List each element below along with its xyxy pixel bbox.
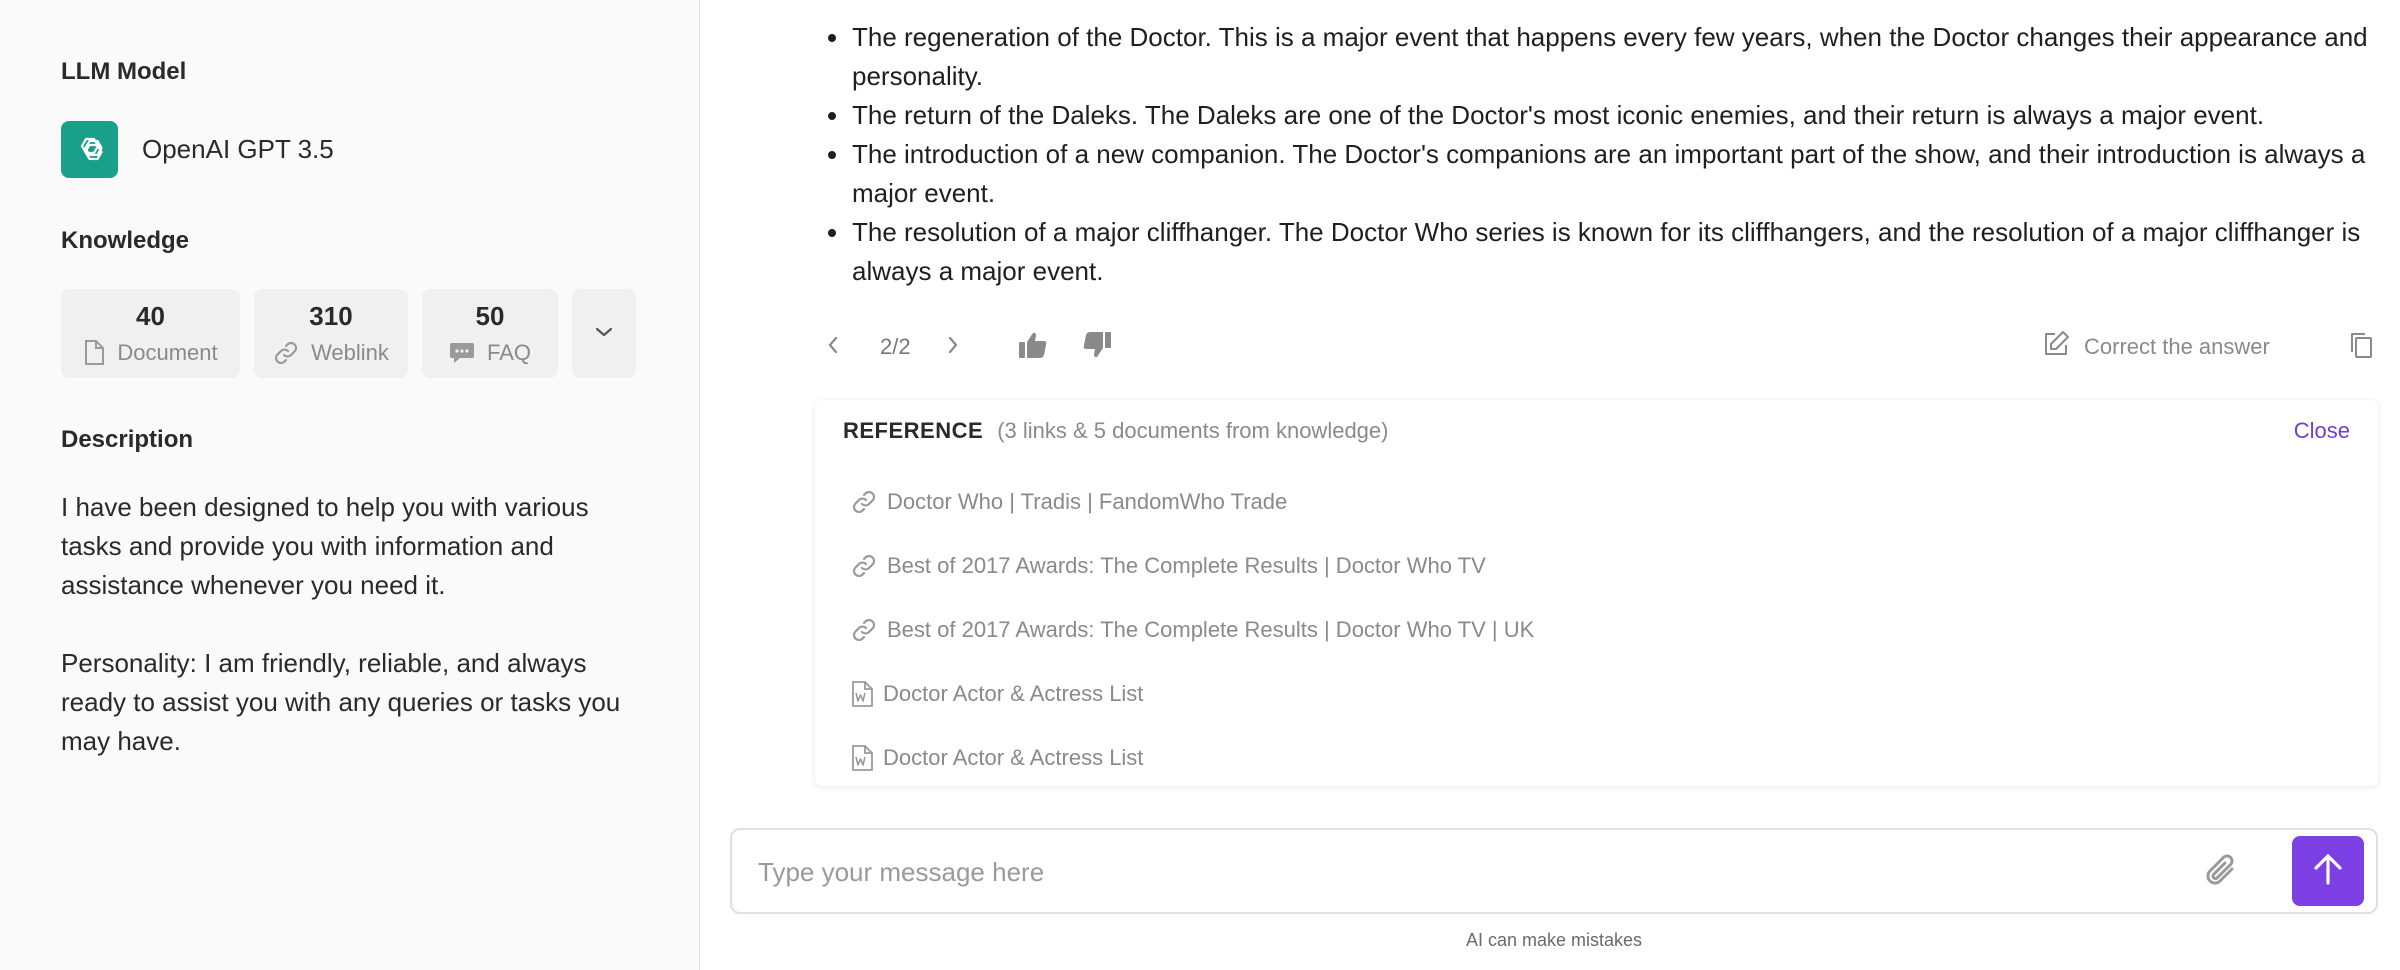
knowledge-card-document[interactable]: 40 Document <box>61 289 240 378</box>
document-label: Document <box>117 340 218 365</box>
link-icon <box>851 617 877 643</box>
reference-link-item[interactable]: Best of 2017 Awards: The Complete Result… <box>851 598 1534 662</box>
thumbs-down-icon <box>1082 331 1112 364</box>
reference-document-item[interactable]: Doctor Actor & Actress List <box>851 726 1534 790</box>
reference-label: Doctor Actor & Actress List <box>883 745 1144 770</box>
correct-answer-label: Correct the answer <box>2084 334 2270 359</box>
chat-bubble-icon <box>449 341 475 365</box>
description-paragraph: I have been designed to help you with va… <box>61 492 589 600</box>
knowledge-card-weblink[interactable]: 310 Weblink <box>254 289 408 378</box>
message-composer <box>730 828 2378 914</box>
reference-link-item[interactable]: Best of 2017 Awards: The Complete Result… <box>851 534 1534 598</box>
document-icon <box>83 340 105 366</box>
reference-list: Doctor Who | Tradis | FandomWho Trade Be… <box>851 470 1534 790</box>
faq-label: FAQ <box>486 340 531 365</box>
arrow-up-icon <box>2312 852 2344 891</box>
sidebar: LLM Model OpenAI GPT 3.5 Knowledge 40 Do… <box>0 0 700 970</box>
description-heading: Description <box>61 426 194 453</box>
knowledge-card-faq[interactable]: 50 FAQ <box>422 289 558 378</box>
next-answer-button[interactable] <box>946 327 960 367</box>
answer-pager: 2/2 <box>880 334 911 359</box>
document-count: 40 <box>136 301 165 331</box>
reference-label: Best of 2017 Awards: The Complete Result… <box>887 617 1535 642</box>
copy-icon <box>2348 331 2374 364</box>
word-document-icon <box>851 681 873 707</box>
reference-label: Best of 2017 Awards: The Complete Result… <box>887 553 1486 578</box>
reference-label: Doctor Actor & Actress List <box>883 681 1144 706</box>
thumbs-up-icon <box>1018 331 1048 364</box>
list-item: The resolution of a major cliffhanger. T… <box>828 213 2382 291</box>
previous-answer-button[interactable] <box>826 327 840 367</box>
model-name: OpenAI GPT 3.5 <box>142 134 334 164</box>
copy-button[interactable] <box>2348 327 2374 367</box>
knowledge-expand-button[interactable] <box>572 289 636 378</box>
send-button[interactable] <box>2292 836 2364 906</box>
paperclip-icon <box>2202 854 2242 895</box>
list-item: The introduction of a new companion. The… <box>828 135 2382 213</box>
weblink-count: 310 <box>309 301 353 331</box>
attach-button[interactable] <box>2202 851 2242 896</box>
description-text: I have been designed to help you with va… <box>61 488 641 761</box>
reference-link-item[interactable]: Doctor Who | Tradis | FandomWho Trade <box>851 470 1534 534</box>
reference-summary: (3 links & 5 documents from knowledge) <box>997 418 1389 443</box>
reference-label: Doctor Who | Tradis | FandomWho Trade <box>887 489 1288 514</box>
word-document-icon <box>851 745 873 771</box>
link-icon <box>851 489 877 515</box>
llm-model-heading: LLM Model <box>61 58 187 85</box>
chevron-right-icon <box>946 334 960 361</box>
model-selector[interactable]: OpenAI GPT 3.5 <box>61 121 334 178</box>
correct-answer-button[interactable]: Correct the answer <box>2042 327 2270 367</box>
list-item: The return of the Daleks. The Daleks are… <box>828 96 2382 135</box>
weblink-label: Weblink <box>311 340 389 365</box>
reference-panel: REFERENCE (3 links & 5 documents from kn… <box>815 400 2378 786</box>
faq-count: 50 <box>475 301 505 331</box>
chevron-left-icon <box>826 334 840 361</box>
message-input[interactable] <box>758 852 2118 892</box>
thumbs-down-button[interactable] <box>1082 327 1112 367</box>
personality-paragraph: Personality: I am friendly, reliable, an… <box>61 648 621 756</box>
link-icon <box>851 553 877 579</box>
close-reference-button[interactable]: Close <box>2294 418 2350 444</box>
ai-disclaimer: AI can make mistakes <box>1465 930 1643 950</box>
link-icon <box>273 340 299 366</box>
assistant-answer: The regeneration of the Doctor. This is … <box>828 18 2382 291</box>
edit-icon <box>2042 330 2070 364</box>
reference-document-item[interactable]: Doctor Actor & Actress List <box>851 662 1534 726</box>
answer-actions: 2/2 Correct the answer <box>826 327 2378 367</box>
openai-logo-icon <box>61 121 118 178</box>
thumbs-up-button[interactable] <box>1018 327 1048 367</box>
list-item: The regeneration of the Doctor. This is … <box>828 18 2382 96</box>
knowledge-stats: 40 Document 310 Weblink 50 FAQ <box>61 289 636 378</box>
chevron-down-icon <box>594 325 614 343</box>
app-root: LLM Model OpenAI GPT 3.5 Knowledge 40 Do… <box>0 0 2400 970</box>
reference-title: REFERENCE <box>843 418 984 443</box>
knowledge-heading: Knowledge <box>61 227 190 254</box>
